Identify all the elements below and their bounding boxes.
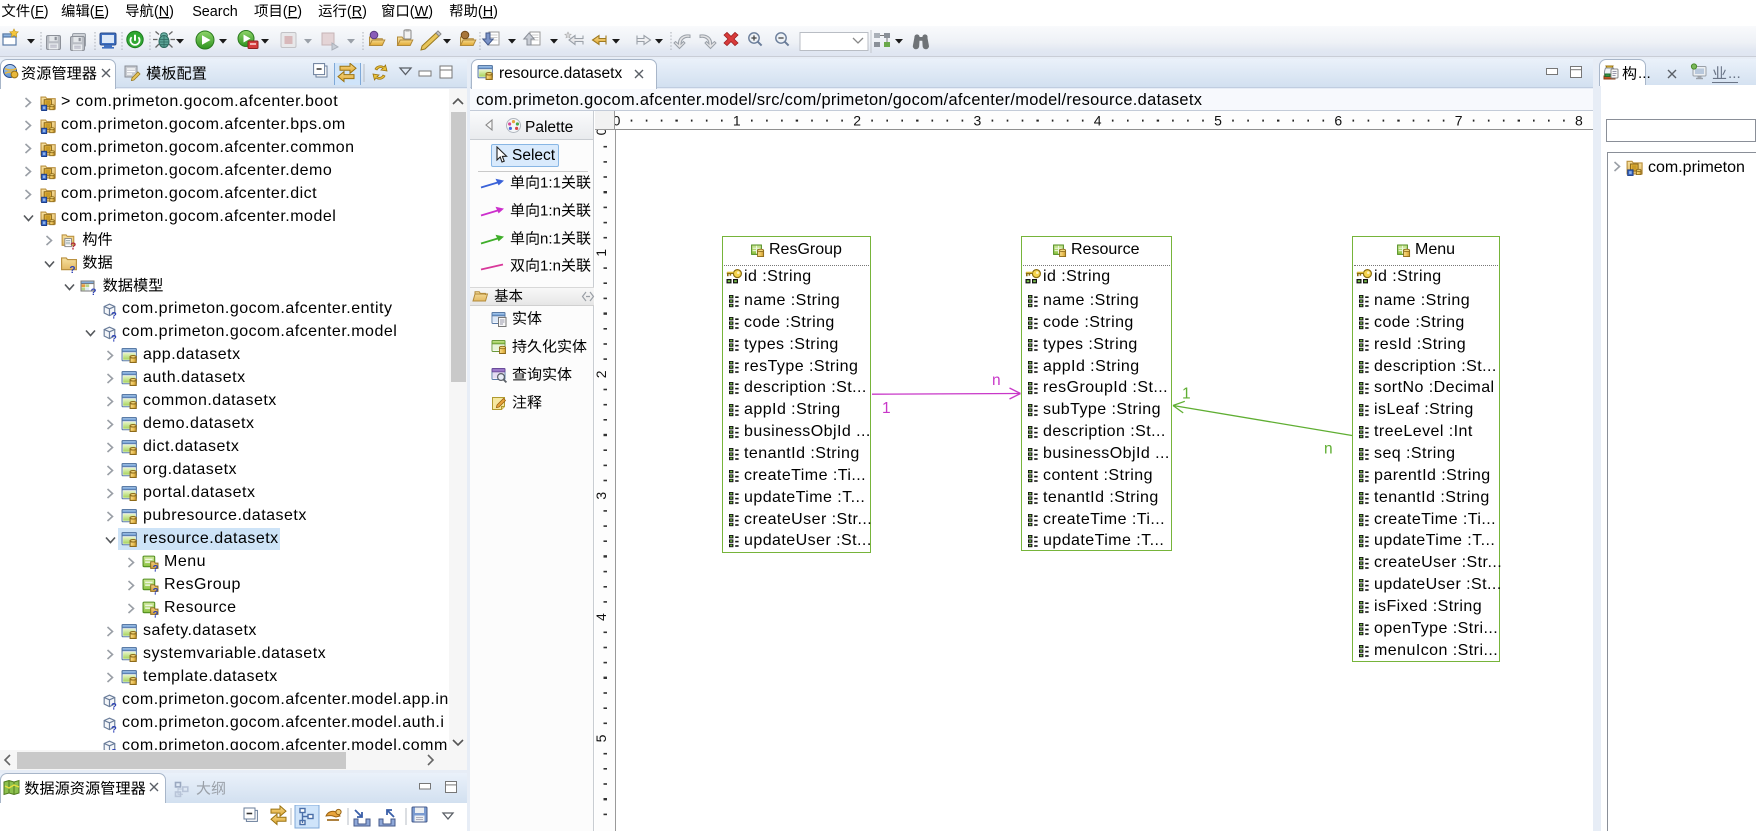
svg-text:1: 1 [595,249,609,257]
svg-text:7: 7 [1455,113,1463,129]
svg-text:4: 4 [595,613,609,621]
svg-text:3: 3 [974,113,982,129]
svg-text:1: 1 [1182,386,1191,403]
svg-text:1:n: 1:n [540,203,561,220]
svg-text:(W): (W) [410,4,433,20]
svg-text:(P): (P) [283,4,302,20]
svg-text:n:1: n:1 [540,231,561,248]
svg-text:n: n [1324,441,1333,458]
svg-text:2: 2 [595,370,609,378]
svg-text:(N): (N) [154,4,174,20]
svg-text:4: 4 [1094,113,1102,129]
svg-text:1: 1 [733,113,741,129]
svg-text:(H): (H) [478,4,498,20]
svg-text:3: 3 [595,492,609,500]
svg-text:5: 5 [1214,113,1222,129]
svg-text:8: 8 [1575,113,1583,129]
svg-text:n: n [992,372,1001,389]
svg-text:1:1: 1:1 [540,175,561,192]
svg-text:(E): (E) [90,4,109,20]
svg-text:5: 5 [595,734,609,742]
svg-text:1:n: 1:n [540,258,561,275]
svg-text:6: 6 [1334,113,1342,129]
svg-text:0: 0 [595,130,609,135]
svg-text:1: 1 [882,400,891,417]
svg-text:Search: Search [192,4,238,20]
svg-text:(R): (R) [347,4,367,20]
svg-text:(F): (F) [30,4,48,20]
svg-text:2: 2 [853,113,861,129]
